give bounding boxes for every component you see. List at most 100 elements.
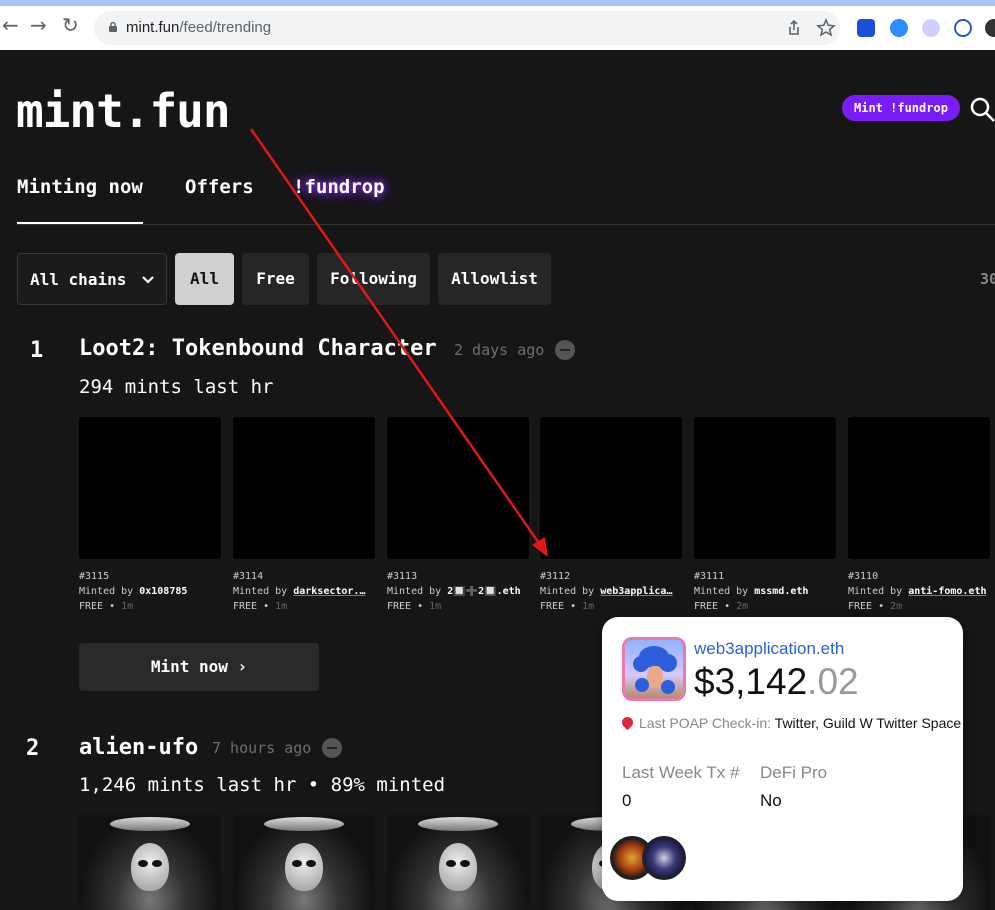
nft-thumbnail[interactable] — [540, 417, 682, 559]
alien-art-eyel — [138, 860, 148, 867]
price-time: FREE • 1m — [540, 601, 595, 612]
time-ago: 1m — [582, 601, 595, 612]
mint-card[interactable]: #3113 Minted by 2🔲➕2🔲.eth FREE • 1m — [387, 417, 529, 612]
price-time: FREE • 1m — [79, 601, 134, 612]
browser-chrome: ← → ↻ mint.fun/feed/trending — [0, 0, 995, 50]
alien-art-eyer — [306, 860, 316, 867]
minted-by: Minted by web3applica… — [540, 586, 682, 597]
alien-art-ufo — [418, 817, 498, 831]
minter-link[interactable]: darksector.… — [293, 586, 365, 597]
nft-thumbnail[interactable] — [387, 815, 529, 910]
hide-collection-icon[interactable] — [555, 340, 575, 360]
mint-now-button[interactable]: Mint now › — [79, 643, 319, 691]
price-label: FREE — [233, 601, 258, 612]
token-id: #3111 — [694, 571, 725, 582]
collection-age: 2 days ago — [454, 341, 545, 359]
stat-label: Last Week Tx # — [622, 763, 740, 782]
collection-age: 7 hours ago — [212, 739, 312, 757]
token-id: #3113 — [387, 571, 418, 582]
filter-free[interactable]: Free — [242, 253, 309, 305]
profile-avatar[interactable] — [985, 19, 995, 37]
lock-icon — [109, 22, 117, 32]
minted-by: Minted by 2🔲➕2🔲.eth — [387, 586, 529, 597]
tab-minting-now[interactable]: Minting now — [17, 176, 143, 224]
token-id: #3114 — [233, 571, 264, 582]
alien-art-eyer — [460, 860, 470, 867]
chain-select-label: All chains — [30, 270, 127, 289]
back-icon[interactable]: ← — [2, 14, 19, 36]
tab-fundrop[interactable]: !fundrop — [293, 176, 385, 198]
minter-link[interactable]: anti-fomo.eth — [908, 586, 986, 597]
minter-link[interactable]: mssmd.eth — [754, 586, 808, 597]
nft-thumbnail[interactable] — [848, 417, 990, 559]
nft-thumbnail[interactable] — [79, 417, 221, 559]
minted-by: Minted by darksector.… — [233, 586, 375, 597]
minted-by: Minted by anti-fomo.eth — [848, 586, 990, 597]
minter-link[interactable]: web3applica… — [600, 586, 672, 597]
mint-card[interactable]: #3114 Minted by darksector.… FREE • 1m — [233, 417, 375, 612]
minter-link[interactable]: 2🔲➕2🔲.eth — [447, 586, 520, 597]
address-bar[interactable]: mint.fun/feed/trending — [94, 11, 840, 45]
filter-following[interactable]: Following — [317, 253, 430, 305]
hide-collection-icon[interactable] — [322, 738, 342, 758]
time-ago: 1m — [429, 601, 442, 612]
token-id: #3115 — [79, 571, 110, 582]
site-logo[interactable]: mint.fun — [16, 84, 231, 138]
share-icon[interactable] — [784, 18, 804, 38]
alien-art-ufo — [264, 817, 344, 831]
stat-value: No — [760, 791, 782, 810]
nft-thumbnail[interactable] — [79, 815, 221, 910]
token-id: #3110 — [848, 571, 879, 582]
collection-title[interactable]: alien-ufo — [79, 735, 198, 760]
search-icon[interactable] — [970, 97, 995, 123]
ens-name[interactable]: web3application.eth — [694, 639, 844, 659]
price-time: FREE • 1m — [233, 601, 288, 612]
chain-select[interactable]: All chains — [17, 253, 167, 305]
price-time: FREE • 1m — [387, 601, 442, 612]
mint-card[interactable]: #3112 Minted by web3applica… FREE • 1m — [540, 417, 682, 612]
mint-card[interactable]: #3110 Minted by anti-fomo.eth FREE • 2m — [848, 417, 990, 612]
filter-allowlist[interactable]: Allowlist — [438, 253, 551, 305]
token-id: #3112 — [540, 571, 571, 582]
minted-by: Minted by 0x108785 — [79, 586, 221, 597]
stat-value: 0 — [622, 791, 632, 810]
extension-shield-icon[interactable] — [954, 19, 972, 37]
reload-icon[interactable]: ↻ — [62, 14, 79, 36]
minted-by-label: Minted by — [540, 586, 595, 597]
collection-stat: 294 mints last hr — [79, 376, 274, 398]
nft-thumbnail[interactable] — [387, 417, 529, 559]
bookmark-star-icon[interactable] — [816, 18, 836, 38]
wallet-avatar — [622, 637, 686, 701]
tab-offers[interactable]: Offers — [185, 176, 254, 198]
minted-by-label: Minted by — [233, 586, 288, 597]
alien-art-ufo — [110, 817, 190, 831]
price-time: FREE • 2m — [694, 601, 749, 612]
filter-all[interactable]: All — [175, 253, 234, 305]
alien-art-head — [131, 843, 169, 891]
alien-art-eyel — [292, 860, 302, 867]
minted-by-label: Minted by — [387, 586, 442, 597]
mint-card[interactable]: #3111 Minted by mssmd.eth FREE • 2m — [694, 417, 836, 612]
minter-link[interactable]: 0x108785 — [139, 586, 187, 597]
nft-thumbnail[interactable] — [694, 417, 836, 559]
collection-title[interactable]: Loot2: Tokenbound Character — [79, 336, 437, 361]
extension-z-icon[interactable] — [857, 19, 875, 37]
nft-thumbnail[interactable] — [233, 815, 375, 910]
url-text: mint.fun/feed/trending — [126, 19, 272, 36]
nft-thumbnail[interactable] — [233, 417, 375, 559]
alien-art-head — [439, 843, 477, 891]
wallet-profile-popup: web3application.eth $3,142.02 Last POAP … — [602, 617, 963, 901]
collection-stat: 1,246 mints last hr • 89% minted — [79, 774, 446, 796]
poap-badge[interactable] — [642, 836, 686, 880]
mint-fundrop-button[interactable]: Mint !fundrop — [842, 95, 960, 121]
poap-checkin: Last POAP Check-in: Twitter, Guild W Twi… — [619, 714, 961, 731]
price-label: FREE — [540, 601, 565, 612]
mint-card[interactable]: #3115 Minted by 0x108785 FREE • 1m — [79, 417, 221, 612]
price-label: FREE — [387, 601, 412, 612]
minted-by-label: Minted by — [848, 586, 903, 597]
extension-color-icon[interactable] — [922, 19, 940, 37]
extension-vpn-icon[interactable] — [890, 19, 908, 37]
stat-label: DeFi Pro — [760, 763, 828, 782]
price-label: FREE — [79, 601, 104, 612]
forward-icon[interactable]: → — [30, 14, 47, 36]
